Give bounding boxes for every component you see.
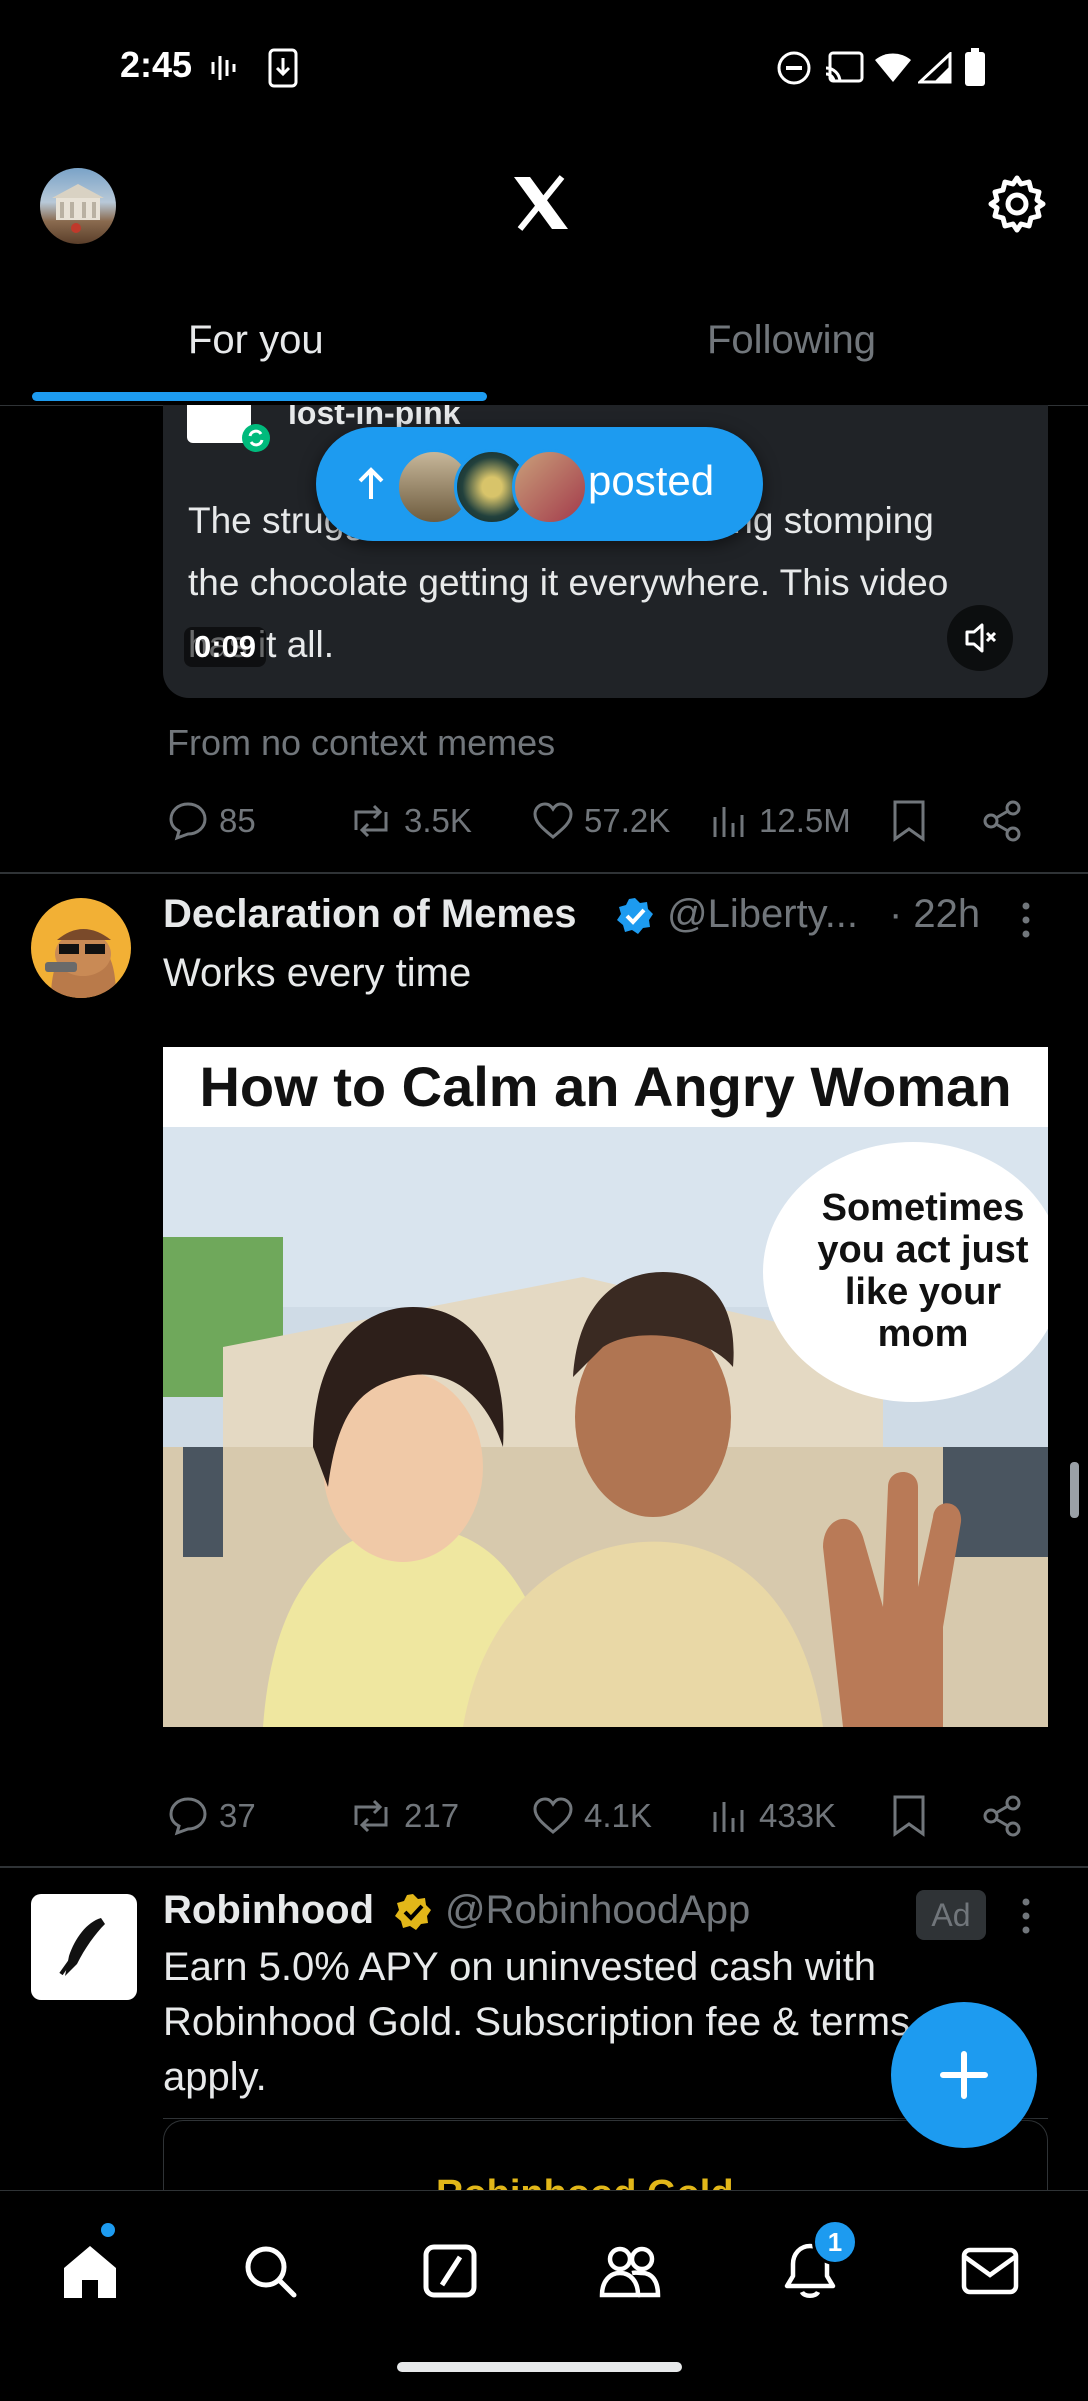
like-button[interactable]: 57.2K: [532, 791, 670, 851]
nav-home-icon[interactable]: [50, 2231, 130, 2311]
context-label[interactable]: From no context memes: [167, 722, 555, 764]
nav-messages-icon[interactable]: [950, 2231, 1030, 2311]
posted-label: posted: [588, 457, 715, 504]
status-time: 2:45: [120, 44, 193, 85]
verified-gold-badge-icon: [393, 1892, 433, 1932]
battery-icon: [964, 48, 986, 86]
tweet-text: Works every time: [163, 951, 472, 995]
pill-avatar-3: [512, 449, 588, 525]
notifications-badge: 1: [812, 2219, 858, 2265]
reply-icon: [167, 1795, 209, 1837]
signal-icon: [918, 52, 952, 84]
repost-count: 217: [404, 1797, 460, 1834]
bookmark-icon[interactable]: [891, 1786, 927, 1846]
heart-icon: [532, 801, 574, 841]
nav-search-icon[interactable]: [230, 2231, 310, 2311]
tweet-avatar[interactable]: [31, 898, 131, 998]
tweet-image[interactable]: How to Calm an Angry Woman Sometimes you…: [163, 1047, 1048, 1727]
nav-communities-icon[interactable]: [590, 2231, 670, 2311]
nav-grok-icon[interactable]: [410, 2231, 490, 2311]
repost-badge-icon: [241, 423, 271, 453]
repost-count: 3.5K: [404, 802, 472, 839]
system-home-indicator[interactable]: [397, 2362, 682, 2372]
ad-text: Earn 5.0% APY on uninvested cash with Ro…: [163, 1945, 911, 2099]
like-count: 4.1K: [584, 1797, 652, 1834]
prev-tweet-actions: 85 3.5K 57.2K 12.5M: [167, 791, 1037, 851]
status-bar: 2:45: [0, 0, 1088, 135]
video-duration: 0:09: [184, 627, 267, 667]
do-not-disturb-icon: [776, 50, 812, 86]
views-button[interactable]: 433K: [711, 1786, 836, 1846]
tweet-author-name[interactable]: Declaration of Memes: [163, 892, 576, 937]
timeline-tabs: For you Following: [0, 290, 1088, 406]
views-count: 433K: [759, 1797, 837, 1834]
download-icon: [268, 48, 298, 88]
wifi-icon: [873, 52, 913, 84]
share-icon[interactable]: [982, 791, 1022, 851]
views-icon: [711, 801, 749, 841]
tweet-divider: [0, 872, 1088, 874]
profile-avatar[interactable]: [40, 168, 116, 244]
reply-count: 85: [219, 802, 256, 839]
ad-author-handle[interactable]: @RobinhoodApp: [445, 1888, 750, 1933]
tweet-timestamp[interactable]: · 22h: [889, 892, 980, 937]
ad-avatar[interactable]: [31, 1894, 137, 2000]
reply-button[interactable]: 37: [167, 1786, 256, 1846]
meme-title: How to Calm an Angry Woman: [163, 1047, 1048, 1127]
bookmark-icon[interactable]: [891, 791, 927, 851]
more-options-icon[interactable]: [1018, 1896, 1034, 1936]
repost-icon: [348, 800, 394, 842]
gear-icon[interactable]: [987, 174, 1047, 234]
arrow-up-icon: [354, 465, 388, 503]
voice-activity-icon: [210, 52, 240, 84]
ad-badge: Ad: [916, 1890, 986, 1940]
reply-button[interactable]: 85: [167, 791, 256, 851]
mute-icon[interactable]: [947, 605, 1013, 671]
like-button[interactable]: 4.1K: [532, 1786, 652, 1846]
tweet-author-handle[interactable]: @Liberty...: [667, 892, 858, 937]
verified-badge-icon: [615, 896, 655, 936]
active-tab-indicator: [32, 392, 487, 401]
reply-icon: [167, 800, 209, 842]
new-posts-pill[interactable]: posted: [316, 427, 763, 541]
repost-icon: [348, 1795, 394, 1837]
views-button[interactable]: 12.5M: [711, 791, 851, 851]
more-options-icon[interactable]: [1018, 900, 1034, 940]
ad-author-name[interactable]: Robinhood: [163, 1888, 374, 1933]
speech-bubble-text: Sometimes you act just like your mom: [817, 1187, 1029, 1355]
repost-button[interactable]: 217: [348, 1786, 459, 1846]
views-icon: [711, 1796, 749, 1836]
views-count: 12.5M: [759, 802, 851, 839]
tweet-divider: [0, 1866, 1088, 1868]
repost-button[interactable]: 3.5K: [348, 791, 472, 851]
tab-following[interactable]: Following: [707, 318, 876, 363]
compose-button[interactable]: [891, 2002, 1037, 2148]
tweet-actions: 37 217 4.1K 433K: [167, 1786, 1037, 1846]
x-logo-icon: [512, 175, 570, 231]
tab-for-you[interactable]: For you: [188, 318, 324, 363]
home-unread-dot: [101, 2223, 115, 2237]
reply-count: 37: [219, 1797, 256, 1834]
heart-icon: [532, 1796, 574, 1836]
scrollbar-thumb[interactable]: [1070, 1462, 1079, 1518]
cast-icon: [824, 50, 864, 86]
share-icon[interactable]: [982, 1786, 1022, 1846]
like-count: 57.2K: [584, 802, 671, 839]
